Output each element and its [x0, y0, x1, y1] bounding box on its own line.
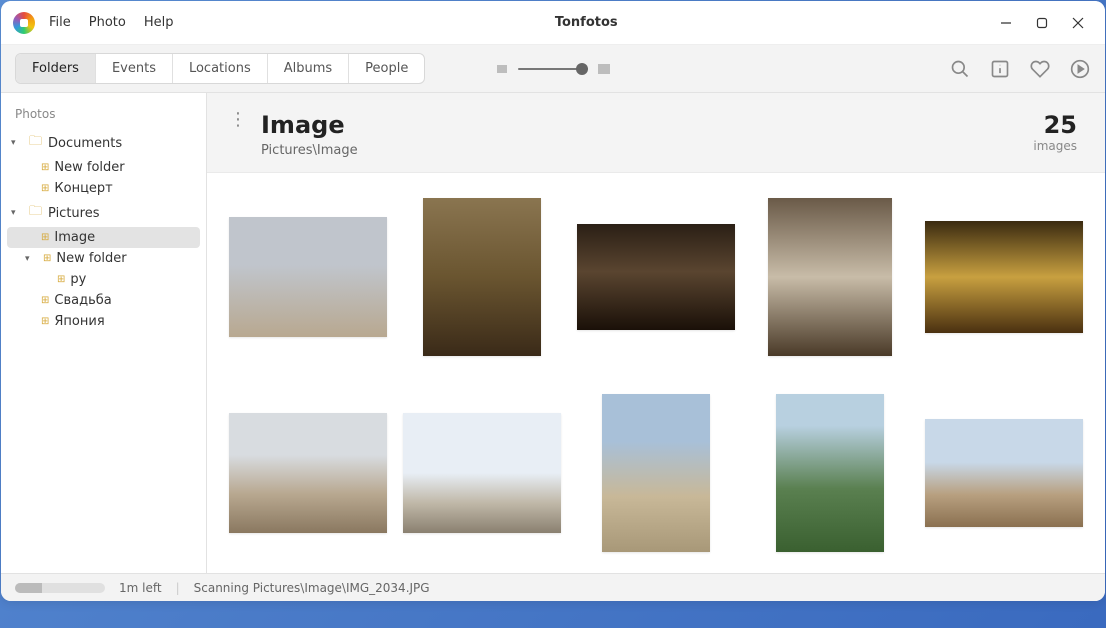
image-count-label: images: [1033, 139, 1077, 153]
thumbnail[interactable]: [229, 197, 387, 357]
progress-bar: [15, 583, 105, 593]
heart-icon[interactable]: [1029, 58, 1051, 80]
thumbnail[interactable]: [403, 197, 561, 357]
zoom-control[interactable]: [496, 63, 610, 75]
grid-icon: ⊞: [57, 274, 64, 285]
zoom-slider[interactable]: [518, 68, 588, 70]
app-logo-icon: [13, 12, 35, 34]
toolbar: Folders Events Locations Albums People: [1, 45, 1105, 93]
status-bar: 1m left | Scanning Pictures\Image\IMG_20…: [1, 573, 1105, 601]
thumbnail[interactable]: [925, 197, 1083, 357]
titlebar: File Photo Help Tonfotos: [1, 1, 1105, 45]
window-controls: [999, 16, 1097, 30]
tree-label: Свадьба: [54, 293, 111, 308]
tree-svadba[interactable]: ⊞ Свадьба: [1, 290, 206, 311]
maximize-button[interactable]: [1035, 16, 1049, 30]
main-body: Photos ▾🗀Documents ⊞New folder ⊞Концерт …: [1, 93, 1105, 573]
tree-image[interactable]: ⊞ Image: [7, 227, 200, 248]
breadcrumb: Pictures\Image: [261, 143, 358, 158]
folder-icon: 🗀: [29, 132, 42, 154]
menu-help[interactable]: Help: [144, 15, 174, 30]
info-icon[interactable]: [989, 58, 1011, 80]
thumbnail[interactable]: [751, 393, 909, 553]
tab-events[interactable]: Events: [96, 54, 173, 83]
thumbnail[interactable]: [751, 197, 909, 357]
status-time: 1m left: [119, 581, 162, 595]
tree-label: Pictures: [48, 206, 99, 221]
tree-label: Концерт: [54, 181, 112, 196]
toolbar-actions: [949, 58, 1091, 80]
thumbnail[interactable]: [577, 197, 735, 357]
tab-locations[interactable]: Locations: [173, 54, 268, 83]
grid-icon: ⊞: [43, 253, 50, 264]
grid-icon: ⊞: [41, 232, 48, 243]
app-window: File Photo Help Tonfotos Folders Events …: [1, 1, 1105, 601]
tree-label: Documents: [48, 136, 122, 151]
sidebar-title: Photos: [1, 103, 206, 129]
tree-label: Image: [54, 230, 95, 245]
tree-documents[interactable]: ▾ 🗀 Documents: [1, 129, 206, 157]
app-title: Tonfotos: [174, 15, 1000, 30]
content-header: ⋮ Image Pictures\Image 25 images: [207, 93, 1105, 173]
tree-label: New folder: [54, 160, 124, 175]
chevron-down-icon: ▾: [11, 138, 23, 148]
thumbnail-large-icon: [598, 63, 610, 75]
tree-label: py: [70, 272, 86, 287]
thumbnail[interactable]: [229, 393, 387, 553]
tree-py[interactable]: ⊞ py: [1, 269, 206, 290]
tree-newfolder-1[interactable]: ⊞ New folder: [1, 157, 206, 178]
close-button[interactable]: [1071, 16, 1085, 30]
tab-people[interactable]: People: [349, 54, 424, 83]
chevron-down-icon: ▾: [11, 208, 23, 218]
tab-albums[interactable]: Albums: [268, 54, 349, 83]
tab-folders[interactable]: Folders: [16, 54, 96, 83]
search-icon[interactable]: [949, 58, 971, 80]
view-tabs: Folders Events Locations Albums People: [15, 53, 425, 84]
tree-pictures[interactable]: ▾ 🗀 Pictures: [1, 199, 206, 227]
menu-bar: File Photo Help: [49, 15, 174, 30]
sidebar: Photos ▾🗀Documents ⊞New folder ⊞Концерт …: [1, 93, 207, 573]
play-icon[interactable]: [1069, 58, 1091, 80]
thumbnail[interactable]: [925, 393, 1083, 553]
status-scanning: Scanning Pictures\Image\IMG_2034.JPG: [194, 581, 430, 595]
grid-icon: ⊞: [41, 183, 48, 194]
thumbnail[interactable]: [577, 393, 735, 553]
thumbnail[interactable]: [403, 393, 561, 553]
grid-icon: ⊞: [41, 162, 48, 173]
image-count: 25: [1033, 111, 1077, 139]
minimize-button[interactable]: [999, 16, 1013, 30]
grid-icon: ⊞: [41, 316, 48, 327]
thumbnail-small-icon: [496, 63, 508, 75]
menu-photo[interactable]: Photo: [89, 15, 126, 30]
menu-file[interactable]: File: [49, 15, 71, 30]
chevron-down-icon: ▾: [25, 254, 37, 264]
tree-label: Япония: [54, 314, 104, 329]
more-menu-icon[interactable]: ⋮: [227, 111, 261, 123]
tree-newfolder-2[interactable]: ▾ ⊞ New folder: [1, 248, 206, 269]
page-title: Image: [261, 111, 358, 139]
grid-icon: ⊞: [41, 295, 48, 306]
folder-icon: 🗀: [29, 202, 42, 224]
tree-concert[interactable]: ⊞ Концерт: [1, 178, 206, 199]
tree-japan[interactable]: ⊞ Япония: [1, 311, 206, 332]
content-area: ⋮ Image Pictures\Image 25 images: [207, 93, 1105, 573]
separator: |: [176, 581, 180, 595]
tree-label: New folder: [56, 251, 126, 266]
thumbnail-grid: [207, 173, 1105, 573]
